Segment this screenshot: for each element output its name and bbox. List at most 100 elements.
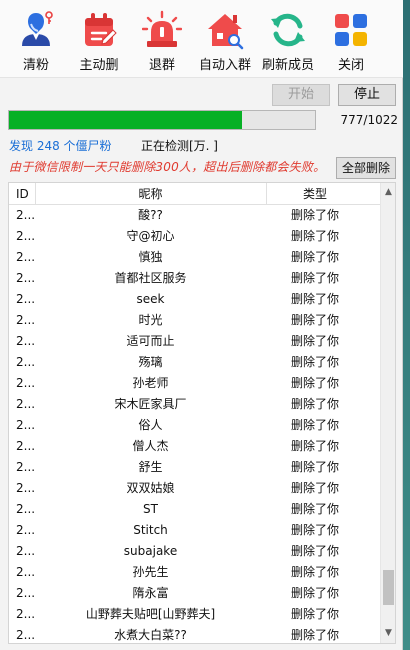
progress-count: 777/1022 — [340, 113, 399, 127]
row-name-cell: seek — [136, 292, 165, 306]
close-label: 关闭 — [337, 58, 364, 73]
row-name-cell: subajake — [123, 544, 178, 558]
table-body: 2... 酸?? 删除了你 2... 守@初心 删除了你 2... 慎独 删除了你 2... 首都社… — [9, 205, 381, 643]
table-row[interactable]: 2... 僧人杰 删除了你 — [9, 436, 381, 457]
table-row[interactable]: 2... 舒生 删除了你 — [9, 457, 381, 478]
alarm-siren-icon — [142, 10, 182, 47]
row-name-cell: 殇璃 — [138, 355, 163, 369]
table-row[interactable]: 2... seek 删除了你 — [9, 289, 381, 310]
leave-group-button[interactable]: 退群 — [130, 6, 194, 74]
table-row[interactable]: 2... 殇璃 删除了你 — [9, 352, 381, 373]
table-row[interactable]: 2... 双双姑娘 删除了你 — [9, 478, 381, 499]
row-name-cell: Stitch — [133, 523, 168, 537]
row-type-cell: 删除了你 — [290, 376, 339, 390]
row-type-cell: 删除了你 — [290, 481, 339, 495]
found-count-text: 发现 248 个僵尸粉 — [9, 139, 112, 153]
row-name-cell: 山野葬夫贴吧[山野葬夫] — [85, 607, 216, 621]
table-row[interactable]: 2... 宋木匠家具厂 删除了你 — [9, 394, 381, 415]
row-name-cell: 宋木匠家具厂 — [114, 397, 187, 411]
active-delete-button[interactable]: 主动删 — [67, 6, 131, 74]
progress-fill — [9, 111, 242, 129]
row-type-cell: 删除了你 — [290, 565, 339, 579]
table-row[interactable]: 2... 首都社区服务 删除了你 — [9, 268, 381, 289]
table-row[interactable]: 2... ST 删除了你 — [9, 499, 381, 520]
row-type-cell: 删除了你 — [290, 313, 339, 327]
table-row[interactable]: 2... 酸?? 删除了你 — [9, 205, 381, 226]
progress-bar — [8, 110, 316, 130]
table-row[interactable]: 2... 守@初心 删除了你 — [9, 226, 381, 247]
row-type-cell: 删除了你 — [290, 502, 339, 516]
row-type-cell: 删除了你 — [290, 460, 339, 474]
refresh-members-button[interactable]: 刷新成员 — [256, 6, 320, 74]
clean-fans-label: 清粉 — [22, 58, 49, 73]
calendar-delete-icon — [85, 13, 117, 46]
result-table: ID 昵称 类型 2... 酸?? 删除了你 2... 守@初心 删除了你 2... 慎独 删除… — [8, 182, 396, 644]
table-row[interactable]: 2... 俗人 删除了你 — [9, 415, 381, 436]
table-row[interactable]: 2... 孙先生 删除了你 — [9, 562, 381, 583]
row-type-cell: 删除了你 — [290, 586, 339, 600]
table-row[interactable]: 2... 水煮大白菜?? 删除了你 — [9, 625, 381, 643]
row-type-cell: 删除了你 — [290, 334, 339, 348]
detecting-status: 正在检测[万. ] — [141, 139, 218, 153]
row-type-cell: 删除了你 — [290, 250, 339, 264]
grid-apps-icon — [335, 14, 367, 46]
clean-fans-button[interactable]: 清粉 — [4, 6, 68, 74]
row-name-cell: 隋永富 — [132, 586, 169, 600]
refresh-icon — [271, 13, 305, 47]
row-name-cell: 首都社区服务 — [114, 271, 187, 285]
row-name-cell: 酸?? — [138, 208, 163, 222]
row-name-cell: ST — [143, 502, 158, 516]
column-header-name[interactable]: 昵称 — [35, 183, 266, 205]
row-name-cell: 守@初心 — [126, 229, 175, 243]
column-header-id[interactable]: ID — [16, 183, 29, 205]
row-type-cell: 删除了你 — [290, 544, 339, 558]
column-header-type[interactable]: 类型 — [267, 183, 363, 205]
row-type-cell: 删除了你 — [290, 523, 339, 537]
leave-group-label: 退群 — [148, 58, 175, 73]
start-button[interactable]: 开始 — [272, 84, 330, 106]
close-button[interactable]: 关闭 — [319, 6, 383, 74]
table-row[interactable]: 2... 时光 删除了你 — [9, 310, 381, 331]
table-row[interactable]: 2... 山野葬夫贴吧[山野葬夫] 删除了你 — [9, 604, 381, 625]
scroll-up-arrow-icon[interactable]: ▲ — [381, 185, 395, 200]
table-row[interactable]: 2... 适可而止 删除了你 — [9, 331, 381, 352]
row-type-cell: 删除了你 — [290, 208, 339, 222]
app-window: 清粉 主动删 退群 自动入群 刷新成员 关闭 开始 停止 777/1022 发现… — [0, 0, 403, 650]
auto-join-group-label: 自动入群 — [198, 58, 251, 73]
row-type-cell: 删除了你 — [290, 397, 339, 411]
table-header: ID 昵称 类型 — [9, 183, 381, 205]
table-row[interactable]: 2... 慎独 删除了你 — [9, 247, 381, 268]
row-type-cell: 删除了你 — [290, 628, 339, 642]
row-name-cell: 舒生 — [138, 460, 163, 474]
row-name-cell: 适可而止 — [126, 334, 175, 348]
table-row[interactable]: 2... 隋永富 删除了你 — [9, 583, 381, 604]
scrollbar-thumb[interactable] — [383, 570, 394, 605]
row-name-cell: 水煮大白菜?? — [114, 628, 187, 642]
row-type-cell: 删除了你 — [290, 418, 339, 432]
refresh-members-label: 刷新成员 — [261, 58, 314, 73]
row-type-cell: 删除了你 — [290, 607, 339, 621]
row-type-cell: 删除了你 — [290, 439, 339, 453]
scroll-down-arrow-icon[interactable]: ▼ — [381, 626, 395, 641]
row-type-cell: 删除了你 — [290, 229, 339, 243]
table-row[interactable]: 2... 孙老师 删除了你 — [9, 373, 381, 394]
table-row[interactable]: 2... Stitch 删除了你 — [9, 520, 381, 541]
row-name-cell: 孙先生 — [132, 565, 169, 579]
row-type-cell: 删除了你 — [290, 292, 339, 306]
limit-warning: 由于微信限制一天只能删除300人，超出后删除都会失败。 — [9, 160, 326, 174]
stop-button[interactable]: 停止 — [338, 84, 396, 106]
auto-join-group-button[interactable]: 自动入群 — [193, 6, 257, 74]
row-name-cell: 双双姑娘 — [126, 481, 175, 495]
row-type-cell: 删除了你 — [290, 355, 339, 369]
row-name-cell: 俗人 — [138, 418, 163, 432]
vertical-scrollbar[interactable]: ▲ ▼ — [380, 183, 395, 643]
person-pin-icon — [22, 11, 53, 46]
row-name-cell: 时光 — [138, 313, 163, 327]
house-search-icon — [208, 14, 244, 50]
delete-all-button[interactable]: 全部删除 — [336, 157, 396, 179]
row-name-cell: 慎独 — [138, 250, 163, 264]
row-type-cell: 删除了你 — [290, 271, 339, 285]
active-delete-label: 主动删 — [79, 58, 119, 73]
table-row[interactable]: 2... subajake 删除了你 — [9, 541, 381, 562]
toolbar: 清粉 主动删 退群 自动入群 刷新成员 关闭 — [0, 0, 403, 78]
